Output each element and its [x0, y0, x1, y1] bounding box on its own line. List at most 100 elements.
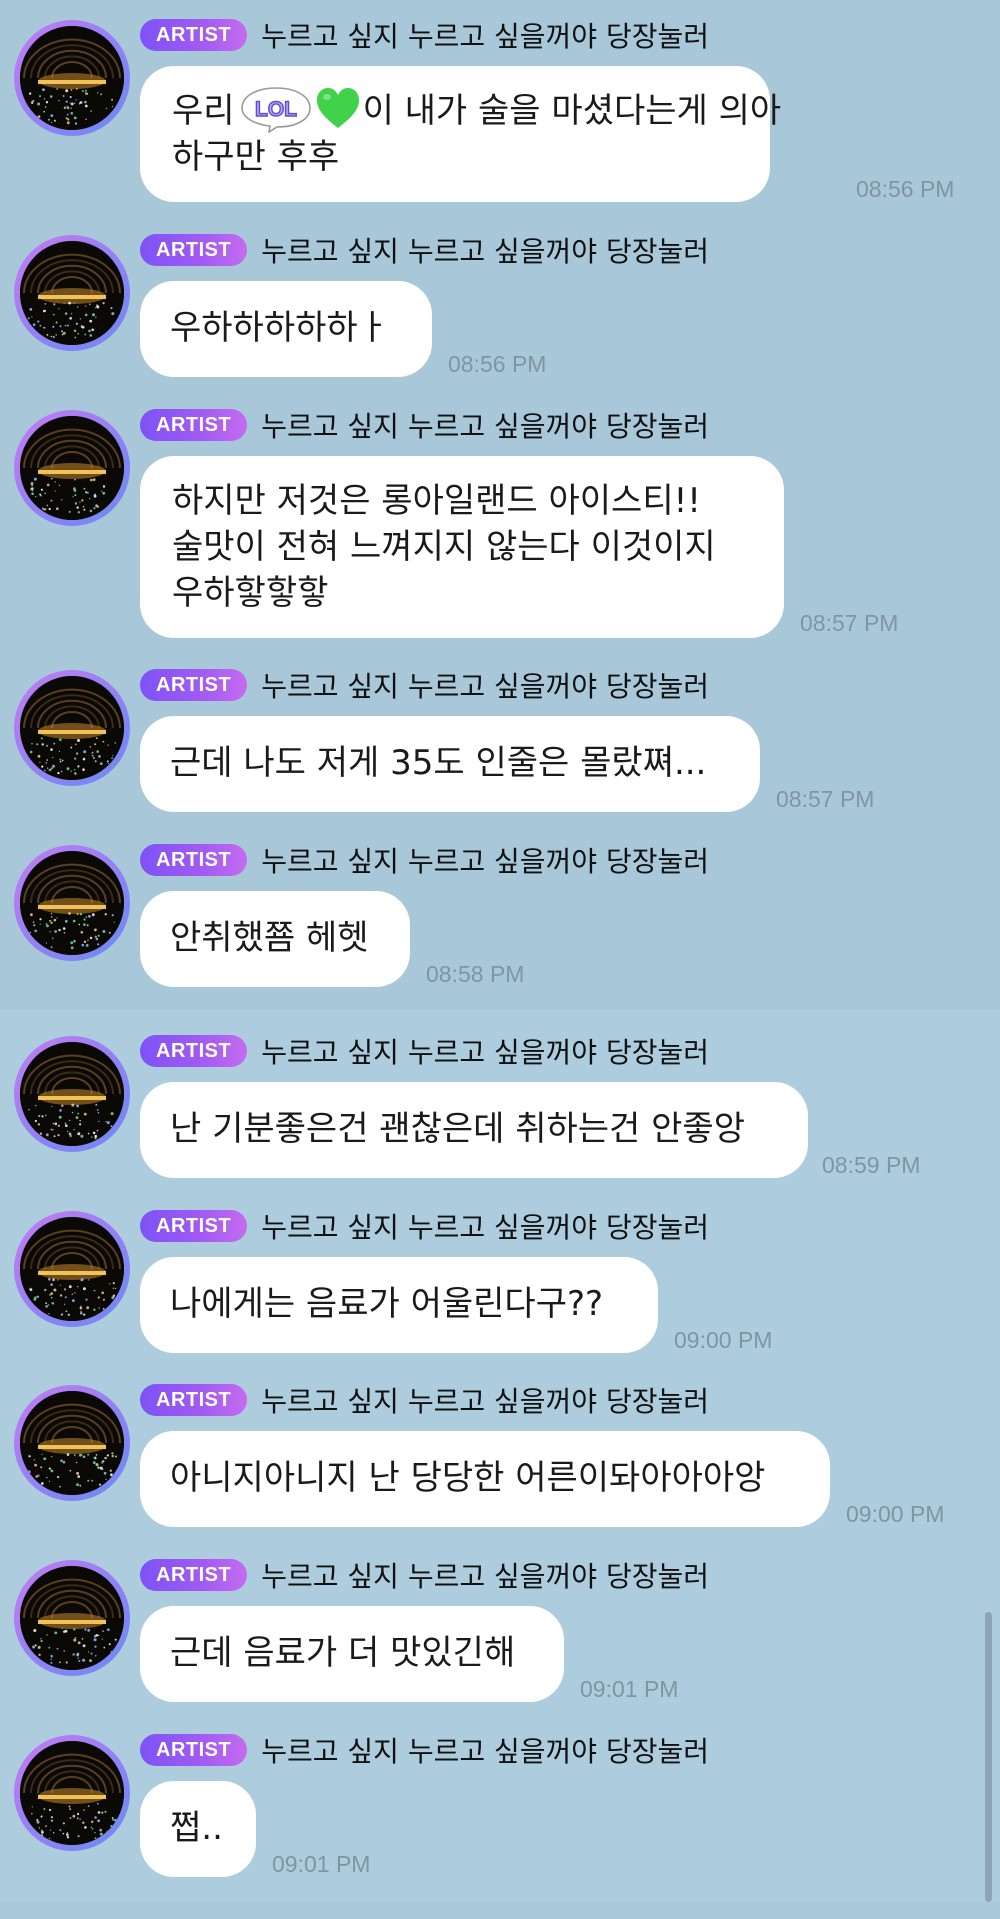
concert-hall-picture — [20, 1741, 124, 1845]
message-timestamp: 08:56 PM — [856, 176, 955, 202]
concert-hall-picture — [20, 416, 124, 520]
message-bubble[interactable]: 하지만 저것은 롱아일랜드 아이스티!! 술맛이 전혀 느껴지지 않는다 이것이… — [140, 456, 784, 638]
message-bubble[interactable]: 우하하하하하ㅏ — [140, 281, 432, 377]
concert-hall-picture — [20, 1042, 124, 1146]
message-timestamp: 08:57 PM — [800, 610, 899, 636]
message-text: 우리 — [172, 91, 235, 131]
concert-hall-avatar-image — [20, 416, 124, 520]
artist-avatar[interactable] — [14, 1211, 130, 1327]
sender-row: ARTIST 누르고 싶지 누르고 싶을꺼야 당장눌러 — [140, 665, 709, 705]
message-timestamp: 08:56 PM — [448, 351, 547, 377]
sender-name[interactable]: 누르고 싶지 누르고 싶을꺼야 당장눌러 — [261, 1555, 709, 1595]
message-bubble[interactable]: 아니지아니지 난 당당한 어른이돠아아아앙 — [140, 1431, 830, 1527]
message-line: 하구만 후후 — [172, 134, 339, 180]
concert-hall-picture — [20, 851, 124, 955]
message-text: 우하핳핳핳 — [172, 573, 329, 613]
artist-badge: ARTIST — [140, 234, 248, 266]
artist-badge: ARTIST — [140, 1559, 248, 1591]
artist-badge: ARTIST — [140, 19, 248, 51]
concert-hall-avatar-image — [20, 851, 124, 955]
concert-hall-avatar-image — [20, 1042, 124, 1146]
sender-name[interactable]: 누르고 싶지 누르고 싶을꺼야 당장눌러 — [261, 1031, 709, 1071]
message-text: 근데 음료가 더 맛있긴해 — [170, 1633, 516, 1673]
message-timestamp: 08:58 PM — [426, 961, 525, 987]
message-text: 하지만 저것은 롱아일랜드 아이스티!! — [172, 481, 701, 521]
sender-row: ARTIST 누르고 싶지 누르고 싶을꺼야 당장눌러 — [140, 230, 709, 270]
artist-avatar[interactable] — [14, 235, 130, 351]
message-text: 우하하하하하ㅏ — [170, 308, 389, 348]
concert-hall-picture — [20, 676, 124, 780]
green-heart-icon — [315, 86, 361, 132]
concert-hall-picture — [20, 1217, 124, 1321]
concert-hall-avatar-image — [20, 1566, 124, 1670]
concert-hall-picture — [20, 241, 124, 345]
message-text: 난 기분좋은건 괜찮은데 취하는건 안좋앙 — [170, 1109, 745, 1149]
artist-avatar[interactable] — [14, 1560, 130, 1676]
sender-name[interactable]: 누르고 싶지 누르고 싶을꺼야 당장눌러 — [261, 230, 709, 270]
sender-name[interactable]: 누르고 싶지 누르고 싶을꺼야 당장눌러 — [261, 405, 709, 445]
concert-hall-avatar-image — [20, 1217, 124, 1321]
artist-avatar[interactable] — [14, 1385, 130, 1501]
sender-name[interactable]: 누르고 싶지 누르고 싶을꺼야 당장눌러 — [261, 840, 709, 880]
sender-row: ARTIST 누르고 싶지 누르고 싶을꺼야 당장눌러 — [140, 1031, 709, 1071]
message-timestamp: 09:01 PM — [580, 1676, 679, 1702]
message-text: 근데 나도 저게 35도 인줄은 몰랐쪄... — [170, 743, 707, 783]
message-bubble[interactable]: 나에게는 음료가 어울린다구?? — [140, 1257, 658, 1353]
sender-row: ARTIST 누르고 싶지 누르고 싶을꺼야 당장눌러 — [140, 1730, 709, 1770]
concert-hall-avatar-image — [20, 676, 124, 780]
concert-hall-picture — [20, 1391, 124, 1495]
message-text: 하구만 후후 — [172, 137, 340, 177]
sender-name[interactable]: 누르고 싶지 누르고 싶을꺼야 당장눌러 — [261, 1730, 709, 1770]
sender-row: ARTIST 누르고 싶지 누르고 싶을꺼야 당장눌러 — [140, 15, 709, 55]
artist-avatar[interactable] — [14, 845, 130, 961]
sender-row: ARTIST 누르고 싶지 누르고 싶을꺼야 당장눌러 — [140, 1380, 709, 1420]
sender-name[interactable]: 누르고 싶지 누르고 싶을꺼야 당장눌러 — [261, 1380, 709, 1420]
message-text: 안취했쬼 헤헷 — [170, 918, 369, 958]
lol-sticker-icon: LOL — [239, 85, 313, 134]
message-bubble[interactable]: 난 기분좋은건 괜찮은데 취하는건 안좋앙 — [140, 1082, 808, 1178]
message-text: 나에게는 음료가 어울린다구?? — [170, 1284, 604, 1324]
artist-avatar[interactable] — [14, 1036, 130, 1152]
sender-name[interactable]: 누르고 싶지 누르고 싶을꺼야 당장눌러 — [261, 15, 709, 55]
concert-hall-picture — [20, 26, 124, 130]
concert-hall-avatar-image — [20, 1391, 124, 1495]
sender-row: ARTIST 누르고 싶지 누르고 싶을꺼야 당장눌러 — [140, 405, 709, 445]
concert-hall-picture — [20, 1566, 124, 1670]
message-bubble[interactable]: 근데 음료가 더 맛있긴해 — [140, 1606, 564, 1702]
sender-row: ARTIST 누르고 싶지 누르고 싶을꺼야 당장눌러 — [140, 1555, 709, 1595]
message-bubble[interactable]: 안취했쬼 헤헷 — [140, 891, 410, 987]
message-bubble[interactable]: 쩝.. — [140, 1781, 256, 1877]
artist-badge: ARTIST — [140, 1384, 248, 1416]
concert-hall-avatar-image — [20, 1741, 124, 1845]
scrollbar-thumb[interactable] — [985, 1612, 992, 1902]
message-text: 술맛이 전혀 느껴지지 않는다 이것이지 — [172, 527, 716, 567]
message-timestamp: 08:57 PM — [776, 786, 875, 812]
artist-avatar[interactable] — [14, 1735, 130, 1851]
message-timestamp: 09:01 PM — [272, 1851, 371, 1877]
artist-avatar[interactable] — [14, 670, 130, 786]
message-bubble[interactable]: 근데 나도 저게 35도 인줄은 몰랐쪄... — [140, 716, 760, 812]
concert-hall-avatar-image — [20, 241, 124, 345]
message-timestamp: 09:00 PM — [674, 1327, 773, 1353]
message-text: 쩝.. — [170, 1808, 223, 1848]
message-bubble[interactable]: 우리 LOL 이 내가 술을 마셨다는게 의아 하구만 후후 — [140, 66, 781, 202]
chat-message-list[interactable]: ARTIST 누르고 싶지 누르고 싶을꺼야 당장눌러 우리 LOL 이 내가 술을… — [0, 0, 1000, 1902]
sender-name[interactable]: 누르고 싶지 누르고 싶을꺼야 당장눌러 — [261, 1206, 709, 1246]
message-text: 이 내가 술을 마셨다는게 의아 — [362, 91, 782, 131]
artist-badge: ARTIST — [140, 409, 248, 441]
artist-badge: ARTIST — [140, 1734, 248, 1766]
artist-badge: ARTIST — [140, 669, 248, 701]
sender-row: ARTIST 누르고 싶지 누르고 싶을꺼야 당장눌러 — [140, 1206, 709, 1246]
concert-hall-avatar-image — [20, 26, 124, 130]
sender-row: ARTIST 누르고 싶지 누르고 싶을꺼야 당장눌러 — [140, 840, 709, 880]
artist-badge: ARTIST — [140, 1210, 248, 1242]
message-text: 아니지아니지 난 당당한 어른이돠아아아앙 — [170, 1458, 766, 1498]
artist-badge: ARTIST — [140, 844, 248, 876]
artist-avatar[interactable] — [14, 410, 130, 526]
message-line: 우리 LOL 이 내가 술을 마셨다는게 의아 — [172, 85, 782, 137]
artist-avatar[interactable] — [14, 20, 130, 136]
sender-name[interactable]: 누르고 싶지 누르고 싶을꺼야 당장눌러 — [261, 665, 709, 705]
artist-badge: ARTIST — [140, 1035, 248, 1067]
message-timestamp: 08:59 PM — [822, 1152, 921, 1178]
message-timestamp: 09:00 PM — [846, 1501, 945, 1527]
